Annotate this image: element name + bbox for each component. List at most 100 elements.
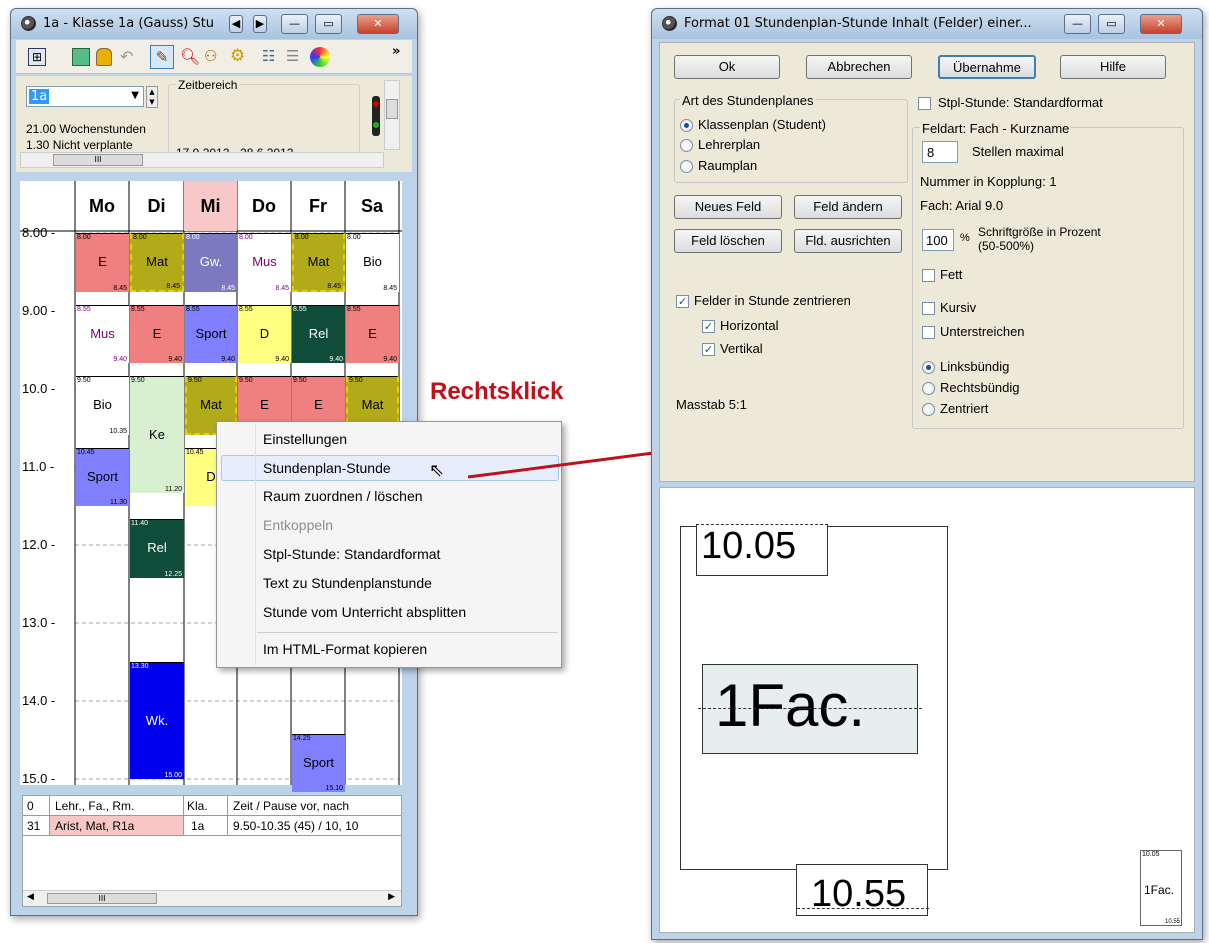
lesson-wk[interactable]: 13.30 Wk. 15.00 (130, 662, 184, 779)
lesson-e[interactable]: 8.00 E 8.45 (76, 233, 129, 292)
mini-end: 10.55 (1164, 919, 1180, 925)
list-icon[interactable]: ☷ (262, 47, 275, 65)
gear-icon[interactable]: ⚙ (230, 46, 245, 66)
row-teacher: Arist, Mat, R1a (50, 816, 183, 835)
class-select-value: 1a (29, 89, 50, 104)
menu-item-text[interactable]: Text zu Stundenplanstunde (263, 575, 432, 591)
lesson-rel[interactable]: 11.40 Rel 12.25 (130, 519, 184, 578)
spin-buttons[interactable]: ▲ ▼ (146, 86, 158, 108)
day-header-mi[interactable]: Mi (184, 181, 237, 231)
new-field-button[interactable]: Neues Feld (674, 195, 782, 219)
max-chars-label: Stellen maximal (972, 144, 1064, 159)
day-header-sa[interactable]: Sa (345, 181, 399, 231)
horizontal-checkbox[interactable]: ✓ (702, 320, 715, 333)
format-close-button[interactable]: ✕ (1140, 14, 1182, 34)
lesson-end: 8.45 (383, 284, 397, 292)
format-maximize-button[interactable]: ▭ (1098, 14, 1125, 34)
lesson-end: 9.40 (168, 356, 182, 363)
table-hscroll[interactable]: ◀ III ▶ (23, 890, 401, 906)
size-input[interactable]: 100 (922, 229, 954, 251)
lesson-sport[interactable]: 10.45 Sport 11.30 (76, 447, 129, 506)
radio-lehrerplan-label: Lehrerplan (698, 137, 761, 152)
persons-icon[interactable]: ⚇ (204, 47, 217, 65)
grid-icon[interactable]: ⊞ (28, 48, 46, 66)
lesson-end: 9.40 (275, 356, 289, 363)
day-header-mo[interactable]: Mo (75, 181, 129, 231)
preview-field-subject[interactable]: 1Fac. (702, 664, 918, 754)
std-format-checkbox[interactable] (918, 97, 931, 110)
toolbar: ⊞ ↶ ✎ 🔍︎ ⚇ ⚙ ☷ ☰ » (16, 40, 412, 74)
preview-field-start[interactable]: 10.05 (696, 524, 828, 576)
lesson-ke[interactable]: 9.50 Ke 11.20 (130, 376, 184, 493)
max-chars-input[interactable]: 8 (922, 141, 958, 163)
lesson-mat[interactable]: 8.00 Mat 8.45 (130, 233, 184, 292)
menu-item-absplitten[interactable]: Stunde vom Unterricht absplitten (263, 604, 466, 620)
header-vscroll[interactable] (384, 80, 400, 150)
lesson-sport[interactable]: 8.55 Sport 9.40 (185, 304, 237, 363)
minimize-button[interactable]: — (281, 14, 308, 34)
maximize-button[interactable]: ▭ (315, 14, 342, 34)
delete-field-button[interactable]: Feld löschen (674, 229, 782, 253)
edit-icon[interactable]: ✎ (150, 45, 174, 69)
menu-item-standardformat[interactable]: Stpl-Stunde: Standardformat (263, 546, 440, 562)
menu-item-raum[interactable]: Raum zuordnen / löschen (263, 488, 423, 504)
radio-raumplan[interactable] (680, 160, 693, 173)
ok-button[interactable]: Ok (674, 55, 780, 79)
prev-icon[interactable]: ◀ (229, 15, 243, 33)
align-field-button[interactable]: Fld. ausrichten (794, 229, 902, 253)
undo-icon[interactable]: ↶ (120, 47, 133, 66)
lesson-mus[interactable]: 8.55 Mus 9.40 (76, 304, 129, 363)
radio-lehrerplan[interactable] (680, 139, 693, 152)
bold-checkbox[interactable] (922, 269, 935, 282)
lock-icon[interactable] (96, 48, 112, 66)
change-field-button[interactable]: Feld ändern (794, 195, 902, 219)
overflow-icon[interactable]: » (392, 44, 400, 59)
close-button[interactable]: ✕ (357, 14, 399, 34)
underline-checkbox[interactable] (922, 326, 935, 339)
header-hscroll[interactable]: III (20, 152, 384, 168)
lesson-end: 8.45 (221, 284, 235, 292)
menu-item-html[interactable]: Im HTML-Format kopieren (263, 641, 427, 657)
help-button[interactable]: Hilfe (1060, 55, 1166, 79)
radio-center-align[interactable] (922, 403, 935, 416)
center-fields-checkbox[interactable]: ✓ (676, 295, 689, 308)
lesson-e[interactable]: 8.55 E 9.40 (346, 304, 399, 363)
format-titlebar[interactable]: Format 01 Stundenplan-Stunde Inhalt (Fel… (652, 9, 1202, 39)
lesson-bio[interactable]: 9.50 Bio 10.35 (76, 376, 129, 435)
color-icon[interactable] (310, 47, 330, 67)
lesson-d[interactable]: 8.55 D 9.40 (238, 304, 291, 363)
lesson-mus[interactable]: 8.00 Mus 8.45 (238, 233, 291, 292)
mini-start: 10.05 (1142, 851, 1160, 858)
table-row[interactable]: 31 Arist, Mat, R1a 1a 9.50-10.35 (45) / … (23, 816, 401, 836)
list2-icon[interactable]: ☰ (286, 47, 299, 65)
radio-klassenplan[interactable] (680, 119, 693, 132)
menu-item-einstellungen[interactable]: Einstellungen (263, 431, 347, 447)
vertical-checkbox[interactable]: ✓ (702, 343, 715, 356)
cancel-button[interactable]: Abbrechen (806, 55, 912, 79)
lesson-mat[interactable]: 8.00 Mat 8.45 (292, 233, 345, 292)
lesson-e[interactable]: 8.55 E 9.40 (130, 304, 184, 363)
menu-item-stundenplan-stunde[interactable]: Stundenplan-Stunde (263, 460, 391, 476)
format-minimize-button[interactable]: — (1064, 14, 1091, 34)
day-header-fr[interactable]: Fr (291, 181, 345, 231)
mini-subject: 1Fac. (1144, 883, 1175, 897)
day-header-do[interactable]: Do (237, 181, 291, 231)
search-icon[interactable]: 🔍︎ (180, 47, 200, 66)
day-header-di[interactable]: Di (129, 181, 184, 231)
apply-button[interactable]: Übernahme (938, 55, 1036, 79)
lesson-subject: Wk. (145, 712, 169, 728)
next-icon[interactable]: ▶ (253, 15, 267, 33)
lesson-sport[interactable]: 14.25 Sport 15.10 (292, 733, 345, 792)
class-select[interactable]: 1a ▼ (26, 86, 144, 107)
export-icon[interactable] (72, 48, 90, 66)
lesson-gw[interactable]: 8.00 Gw. 8.45 (185, 233, 237, 292)
lesson-bio[interactable]: 8.00 Bio 8.45 (346, 233, 399, 292)
radio-right-align[interactable] (922, 382, 935, 395)
italic-checkbox[interactable] (922, 302, 935, 315)
lesson-rel[interactable]: 8.55 Rel 9.40 (292, 304, 345, 363)
preview-field-end[interactable]: 10.55 (796, 864, 929, 916)
lesson-subject: E (314, 397, 323, 413)
titlebar[interactable]: 1a - Klasse 1a (Gauss) Stu ◀ ▶ — ▭ ✕ (11, 9, 417, 39)
radio-left-align[interactable] (922, 361, 935, 374)
menu-item-entkoppeln[interactable]: Entkoppeln (263, 517, 333, 533)
